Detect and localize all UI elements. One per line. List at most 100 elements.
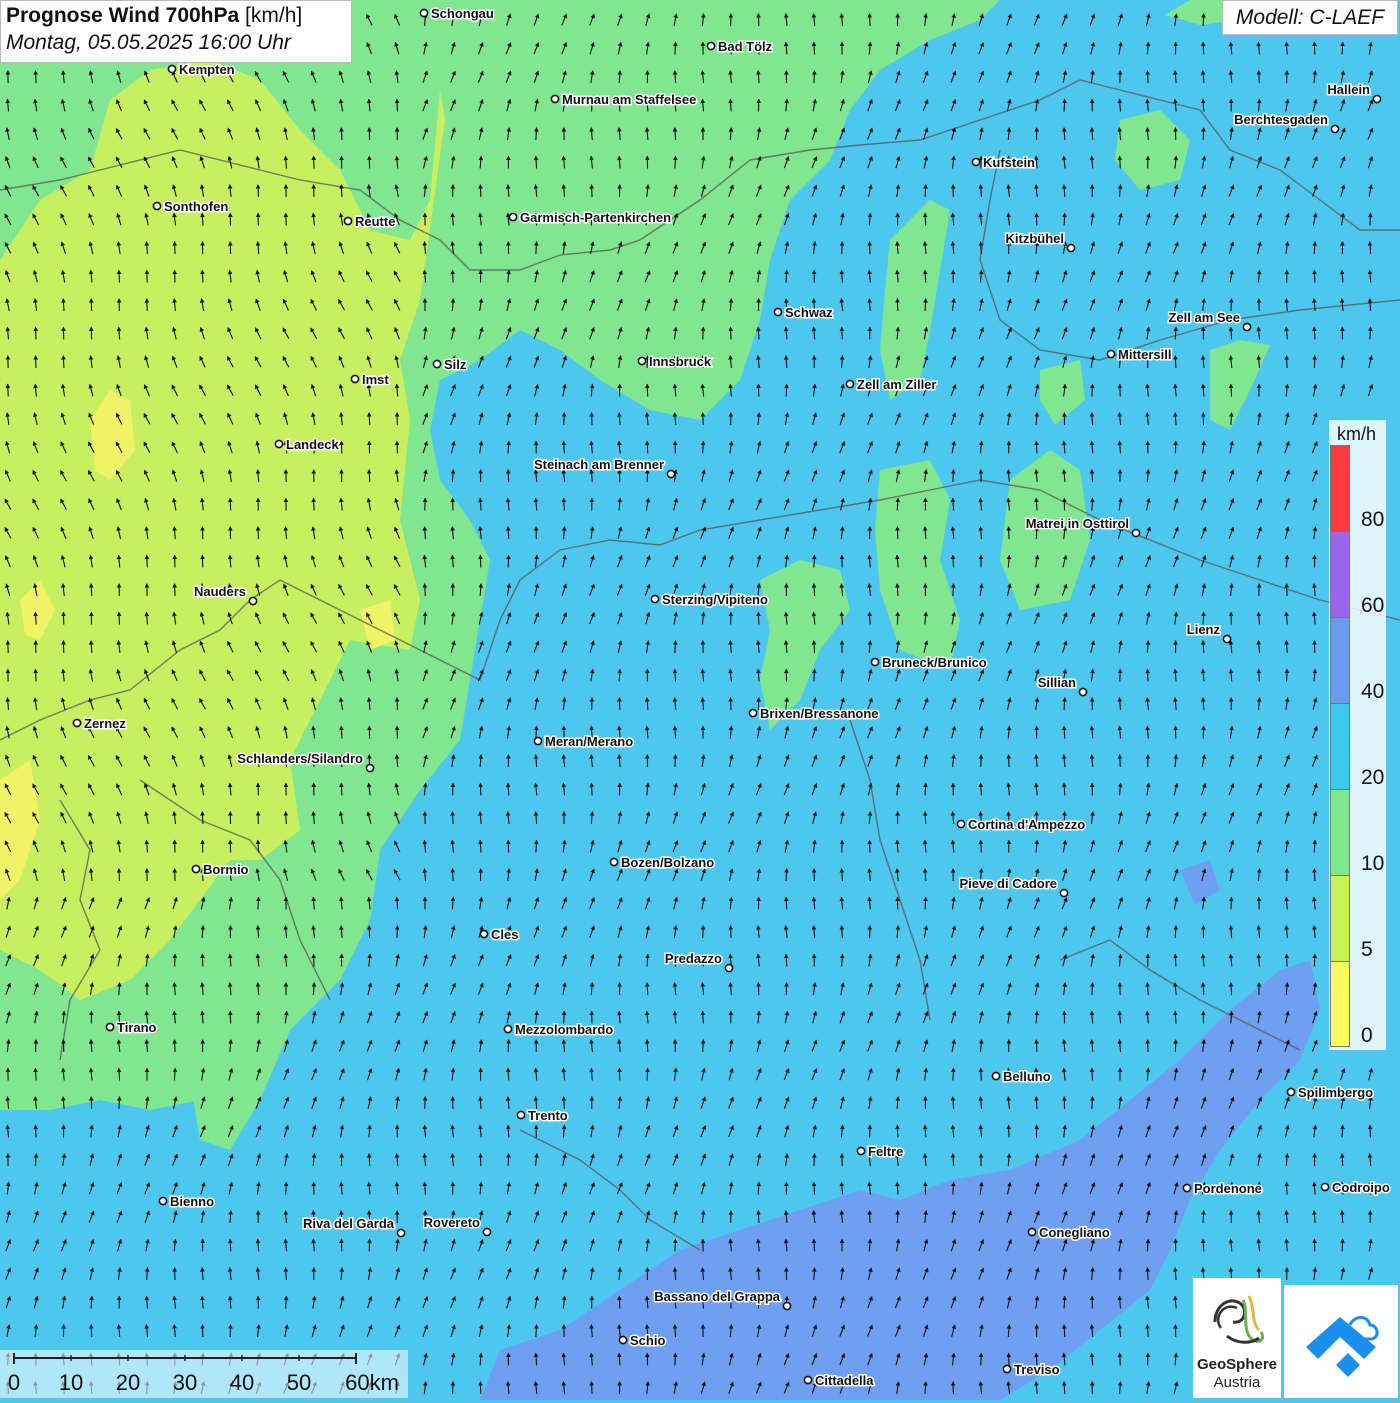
city-label: Riva del Garda <box>303 1216 395 1231</box>
map-title: Prognose Wind 700hPa [km/h] <box>6 4 346 28</box>
city-label: Matrei in Osttirol <box>1026 516 1129 531</box>
city-label: Predazzo <box>665 951 722 966</box>
city-label: Mezzolombardo <box>515 1022 613 1037</box>
city-marker: Kempten <box>168 62 234 77</box>
city-label: Berchtesgaden <box>1234 112 1328 127</box>
city-label: Meran/Merano <box>545 734 633 749</box>
city-marker: Mezzolombardo <box>504 1022 613 1037</box>
legend-label: 0 <box>1361 1024 1373 1048</box>
city-label: Steinach am Brenner <box>534 457 664 472</box>
legend-segment <box>1330 703 1350 789</box>
city-label: Reutte <box>355 214 395 229</box>
city-label: Zell am See <box>1168 310 1240 325</box>
geosphere-logo[interactable]: GeoSphere Austria <box>1193 1278 1281 1398</box>
legend-segment <box>1330 617 1350 703</box>
city-label: Zell am Ziller <box>857 377 936 392</box>
wind-map: Schongau Bad Tölz Kempten Murnau am Staffel… <box>0 0 1400 1400</box>
city-marker: Bad Tölz <box>707 39 772 54</box>
city-label: Murnau am Staffelsee <box>562 92 696 107</box>
city-marker: Murnau am Staffelsee <box>551 92 696 107</box>
city-label: Nauders <box>194 584 246 599</box>
city-label: Zernez <box>84 716 126 731</box>
scale-label: 40 <box>230 1370 254 1396</box>
city-label: Cles <box>491 927 518 942</box>
city-label: Bad Tölz <box>718 39 773 54</box>
city-label: Silz <box>444 357 467 372</box>
city-marker: Bozen/Bolzano <box>610 855 714 870</box>
city-marker: Meran/Merano <box>534 734 633 749</box>
legend-label: 20 <box>1361 766 1384 790</box>
legend-label: 10 <box>1361 852 1384 876</box>
city-marker: Spilimbergo <box>1287 1085 1373 1100</box>
city-label: Belluno <box>1003 1069 1051 1084</box>
city-marker: Conegliano <box>1028 1225 1109 1240</box>
scale-label: 30 <box>173 1370 197 1396</box>
scale-label: 20 <box>116 1370 140 1396</box>
city-marker: Sonthofen <box>153 199 228 214</box>
city-label: Tirano <box>117 1020 157 1035</box>
city-label: Hallein <box>1327 82 1370 97</box>
city-marker: Cortina d'Ampezzo <box>957 817 1085 832</box>
city-label: Pieve di Cadore <box>959 876 1057 891</box>
cloud-arrow-icon <box>1284 1285 1398 1398</box>
city-label: Sillian <box>1038 675 1076 690</box>
geosphere-emblem-icon <box>1193 1282 1281 1357</box>
city-marker: Brixen/Bressanone <box>749 706 878 721</box>
city-marker: Bruneck/Brunico <box>871 655 986 670</box>
city-label: Garmisch-Partenkirchen <box>520 210 671 225</box>
city-label: Pordenone <box>1194 1181 1262 1196</box>
legend-label: 60 <box>1361 594 1384 618</box>
city-marker: Zell am Ziller <box>846 377 936 392</box>
scale-label: 0 <box>8 1370 20 1396</box>
city-label: Rovereto <box>424 1215 480 1230</box>
city-label: Bormio <box>203 862 249 877</box>
legend-label: 80 <box>1361 508 1384 532</box>
scale-label: 10 <box>59 1370 83 1396</box>
city-label: Kufstein <box>983 155 1035 170</box>
city-label: Conegliano <box>1039 1225 1110 1240</box>
legend-bar <box>1330 445 1352 1047</box>
weather-app-logo[interactable] <box>1284 1285 1398 1398</box>
city-marker: Landeck <box>275 437 339 452</box>
model-label: Modell: C-LAEF <box>1222 0 1398 35</box>
city-label: Bruneck/Brunico <box>882 655 987 670</box>
legend-segment <box>1330 789 1350 875</box>
scale-label: 60km <box>345 1370 399 1396</box>
city-marker: Schongau <box>420 6 493 21</box>
geosphere-country: Austria <box>1193 1374 1281 1391</box>
city-label: Schongau <box>431 6 494 21</box>
city-label: Cortina d'Ampezzo <box>968 817 1085 832</box>
city-label: Mittersill <box>1118 347 1171 362</box>
city-label: Landeck <box>286 437 340 452</box>
city-label: Innsbruck <box>649 354 712 369</box>
legend-segment <box>1330 531 1350 617</box>
city-label: Schlanders/Silandro <box>237 751 363 766</box>
forecast-datetime: Montag, 05.05.2025 16:00 Uhr <box>6 31 346 55</box>
legend-label: 40 <box>1361 680 1384 704</box>
city-label: Trento <box>528 1108 568 1123</box>
city-label: Sonthofen <box>164 199 228 214</box>
title-box: Prognose Wind 700hPa [km/h] Montag, 05.0… <box>0 0 352 63</box>
city-label: Brixen/Bressanone <box>760 706 879 721</box>
city-label: Lienz <box>1187 622 1221 637</box>
city-label: Bozen/Bolzano <box>621 855 714 870</box>
city-label: Kempten <box>179 62 235 77</box>
city-label: Feltre <box>868 1144 903 1159</box>
legend-unit: km/h <box>1337 424 1376 445</box>
city-label: Bienno <box>170 1194 214 1209</box>
city-marker: Codroipo <box>1321 1180 1389 1195</box>
scale-bar-line <box>0 1350 408 1370</box>
scale-bar: 0 10 20 30 40 50 60km <box>0 1350 408 1398</box>
city-label: Sterzing/Vipiteno <box>662 592 768 607</box>
city-marker: Sterzing/Vipiteno <box>651 592 768 607</box>
legend-segment <box>1330 875 1350 961</box>
city-marker: Garmisch-Partenkirchen <box>509 210 671 225</box>
city-label: Bassano del Grappa <box>654 1289 780 1304</box>
color-legend: km/h 80 60 40 20 10 5 0 <box>1329 420 1386 1050</box>
city-label: Treviso <box>1014 1362 1060 1377</box>
legend-segment <box>1330 961 1350 1047</box>
scale-label: 50 <box>287 1370 311 1396</box>
city-marker: Innsbruck <box>638 354 711 369</box>
city-marker: Pordenone <box>1183 1181 1262 1196</box>
city-label: Imst <box>362 372 389 387</box>
